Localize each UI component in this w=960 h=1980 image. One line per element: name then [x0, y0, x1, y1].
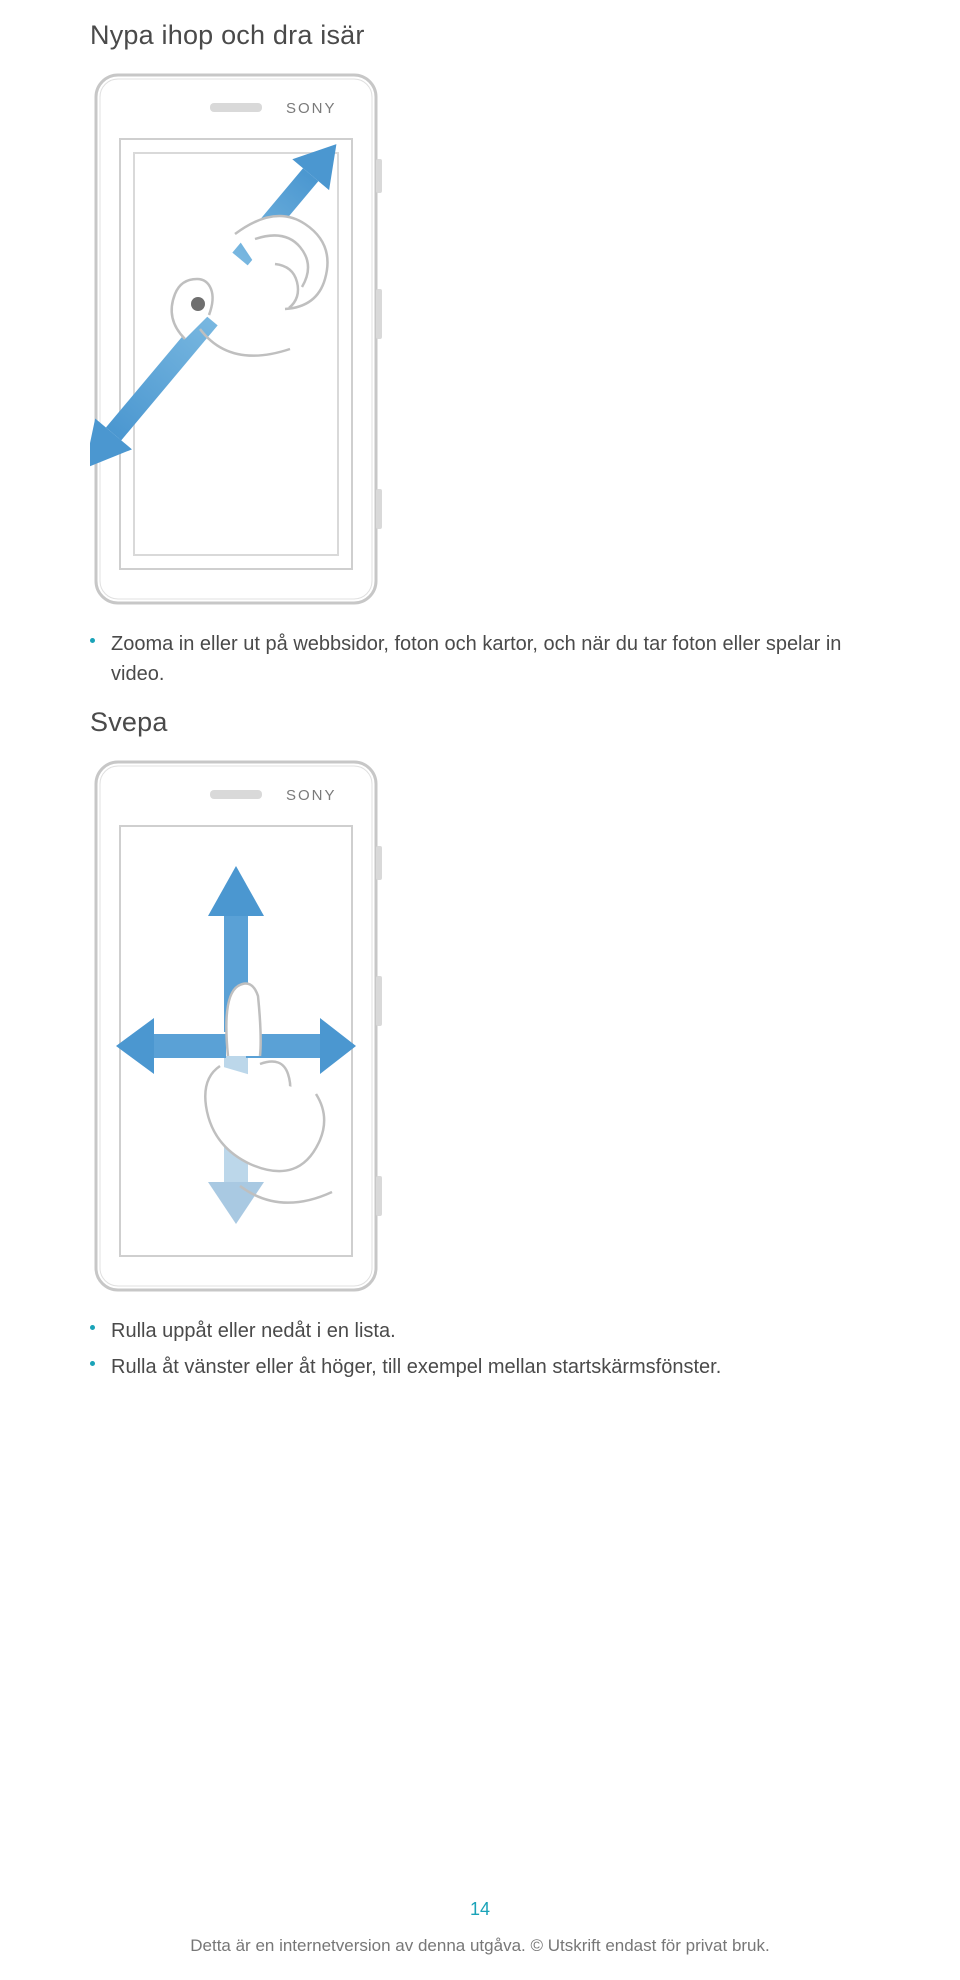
swipe-illustration: SONY [90, 756, 870, 1296]
swipe-bullet-1: Rulla uppåt eller nedåt i en lista. [90, 1316, 870, 1346]
page-number: 14 [0, 1899, 960, 1920]
swipe-bullet-2-text: Rulla åt vänster eller åt höger, till ex… [111, 1352, 721, 1382]
brand-text: SONY [286, 787, 337, 804]
bullet-icon [90, 1361, 95, 1366]
swipe-bullet-1-text: Rulla uppåt eller nedåt i en lista. [111, 1316, 396, 1346]
footer-disclaimer: Detta är en internetversion av denna utg… [0, 1936, 960, 1956]
swipe-bullet-2: Rulla åt vänster eller åt höger, till ex… [90, 1352, 870, 1382]
brand-text: SONY [286, 100, 337, 117]
pinch-illustration: SONY [90, 69, 870, 609]
bullet-icon [90, 1325, 95, 1330]
bullet-icon [90, 638, 95, 643]
heading-swipe: Svepa [90, 707, 870, 738]
pinch-bullet-1: Zooma in eller ut på webbsidor, foton oc… [90, 629, 870, 689]
heading-pinch: Nypa ihop och dra isär [90, 20, 870, 51]
pinch-bullet-1-text: Zooma in eller ut på webbsidor, foton oc… [111, 629, 870, 689]
